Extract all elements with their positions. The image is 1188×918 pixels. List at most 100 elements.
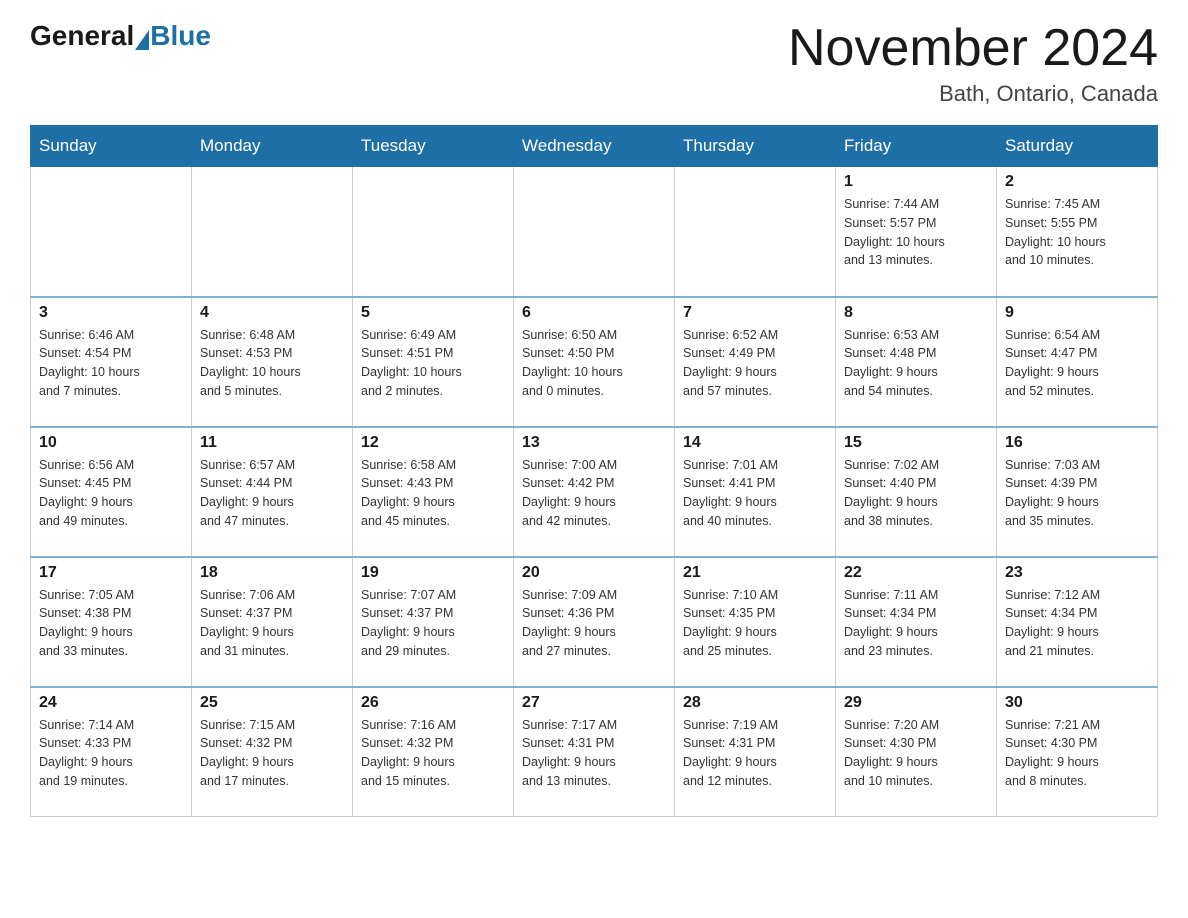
day-number: 25: [200, 694, 344, 712]
calendar-header-row: SundayMondayTuesdayWednesdayThursdayFrid…: [31, 126, 1158, 167]
day-info: Sunrise: 6:48 AM Sunset: 4:53 PM Dayligh…: [200, 326, 344, 401]
calendar-day-cell: 16 Sunrise: 7:03 AM Sunset: 4:39 PM Dayli…: [997, 427, 1158, 557]
calendar-day-cell: 25 Sunrise: 7:15 AM Sunset: 4:32 PM Dayli…: [192, 687, 353, 817]
day-number: 12: [361, 434, 505, 452]
calendar-week-row: 24 Sunrise: 7:14 AM Sunset: 4:33 PM Dayli…: [31, 687, 1158, 817]
title-area: November 2024 Bath, Ontario, Canada: [788, 20, 1158, 107]
day-info: Sunrise: 7:03 AM Sunset: 4:39 PM Dayligh…: [1005, 456, 1149, 531]
day-of-week-header: Wednesday: [514, 126, 675, 167]
calendar-empty-cell: [514, 167, 675, 297]
logo-area: General Blue: [30, 20, 211, 52]
logo-triangle-icon: [135, 30, 149, 50]
day-number: 2: [1005, 173, 1149, 191]
calendar-day-cell: 11 Sunrise: 6:57 AM Sunset: 4:44 PM Dayli…: [192, 427, 353, 557]
calendar-day-cell: 9 Sunrise: 6:54 AM Sunset: 4:47 PM Daylig…: [997, 297, 1158, 427]
day-number: 6: [522, 304, 666, 322]
day-number: 28: [683, 694, 827, 712]
calendar-table: SundayMondayTuesdayWednesdayThursdayFrid…: [30, 125, 1158, 817]
day-number: 8: [844, 304, 988, 322]
calendar-day-cell: 5 Sunrise: 6:49 AM Sunset: 4:51 PM Daylig…: [353, 297, 514, 427]
calendar-day-cell: 23 Sunrise: 7:12 AM Sunset: 4:34 PM Dayli…: [997, 557, 1158, 687]
calendar-week-row: 17Sunrise: 7:05 AM Sunset: 4:38 PM Dayli…: [31, 557, 1158, 687]
day-info: Sunrise: 7:15 AM Sunset: 4:32 PM Dayligh…: [200, 716, 344, 791]
day-info: Sunrise: 7:17 AM Sunset: 4:31 PM Dayligh…: [522, 716, 666, 791]
day-number: 19: [361, 564, 505, 582]
day-info: Sunrise: 7:00 AM Sunset: 4:42 PM Dayligh…: [522, 456, 666, 531]
day-info: Sunrise: 7:19 AM Sunset: 4:31 PM Dayligh…: [683, 716, 827, 791]
day-info: Sunrise: 7:02 AM Sunset: 4:40 PM Dayligh…: [844, 456, 988, 531]
calendar-empty-cell: [675, 167, 836, 297]
day-number: 15: [844, 434, 988, 452]
day-number: 9: [1005, 304, 1149, 322]
day-info: Sunrise: 6:54 AM Sunset: 4:47 PM Dayligh…: [1005, 326, 1149, 401]
day-number: 17: [39, 564, 183, 582]
calendar-day-cell: 13 Sunrise: 7:00 AM Sunset: 4:42 PM Dayli…: [514, 427, 675, 557]
day-of-week-header: Saturday: [997, 126, 1158, 167]
logo: General Blue: [30, 20, 211, 52]
calendar-day-cell: 2Sunrise: 7:45 AM Sunset: 5:55 PM Daylig…: [997, 167, 1158, 297]
day-info: Sunrise: 6:56 AM Sunset: 4:45 PM Dayligh…: [39, 456, 183, 531]
day-of-week-header: Monday: [192, 126, 353, 167]
day-of-week-header: Thursday: [675, 126, 836, 167]
calendar-week-row: 3 Sunrise: 6:46 AM Sunset: 4:54 PM Daylig…: [31, 297, 1158, 427]
day-number: 24: [39, 694, 183, 712]
day-number: 18: [200, 564, 344, 582]
day-number: 23: [1005, 564, 1149, 582]
calendar-day-cell: 6 Sunrise: 6:50 AM Sunset: 4:50 PM Daylig…: [514, 297, 675, 427]
calendar-day-cell: 12 Sunrise: 6:58 AM Sunset: 4:43 PM Dayli…: [353, 427, 514, 557]
day-number: 13: [522, 434, 666, 452]
day-info: Sunrise: 7:07 AM Sunset: 4:37 PM Dayligh…: [361, 586, 505, 661]
location-title: Bath, Ontario, Canada: [788, 81, 1158, 107]
day-info: Sunrise: 7:21 AM Sunset: 4:30 PM Dayligh…: [1005, 716, 1149, 791]
calendar-day-cell: 1Sunrise: 7:44 AM Sunset: 5:57 PM Daylig…: [836, 167, 997, 297]
day-info: Sunrise: 6:46 AM Sunset: 4:54 PM Dayligh…: [39, 326, 183, 401]
month-title: November 2024: [788, 20, 1158, 77]
calendar-day-cell: 22Sunrise: 7:11 AM Sunset: 4:34 PM Dayli…: [836, 557, 997, 687]
calendar-day-cell: 30 Sunrise: 7:21 AM Sunset: 4:30 PM Dayli…: [997, 687, 1158, 817]
calendar-day-cell: 29Sunrise: 7:20 AM Sunset: 4:30 PM Dayli…: [836, 687, 997, 817]
calendar-day-cell: 8 Sunrise: 6:53 AM Sunset: 4:48 PM Daylig…: [836, 297, 997, 427]
day-number: 22: [844, 564, 988, 582]
calendar-day-cell: 14 Sunrise: 7:01 AM Sunset: 4:41 PM Dayli…: [675, 427, 836, 557]
calendar-day-cell: 21Sunrise: 7:10 AM Sunset: 4:35 PM Dayli…: [675, 557, 836, 687]
day-info: Sunrise: 6:58 AM Sunset: 4:43 PM Dayligh…: [361, 456, 505, 531]
day-info: Sunrise: 7:14 AM Sunset: 4:33 PM Dayligh…: [39, 716, 183, 791]
calendar-week-row: 1Sunrise: 7:44 AM Sunset: 5:57 PM Daylig…: [31, 167, 1158, 297]
day-number: 30: [1005, 694, 1149, 712]
day-number: 14: [683, 434, 827, 452]
calendar-day-cell: 4Sunrise: 6:48 AM Sunset: 4:53 PM Daylig…: [192, 297, 353, 427]
day-number: 11: [200, 434, 344, 452]
day-number: 20: [522, 564, 666, 582]
day-info: Sunrise: 7:12 AM Sunset: 4:34 PM Dayligh…: [1005, 586, 1149, 661]
calendar-day-cell: 27 Sunrise: 7:17 AM Sunset: 4:31 PM Dayli…: [514, 687, 675, 817]
day-number: 5: [361, 304, 505, 322]
day-number: 10: [39, 434, 183, 452]
calendar-day-cell: 3 Sunrise: 6:46 AM Sunset: 4:54 PM Daylig…: [31, 297, 192, 427]
day-number: 7: [683, 304, 827, 322]
calendar-day-cell: 10 Sunrise: 6:56 AM Sunset: 4:45 PM Dayli…: [31, 427, 192, 557]
day-info: Sunrise: 6:57 AM Sunset: 4:44 PM Dayligh…: [200, 456, 344, 531]
day-number: 16: [1005, 434, 1149, 452]
logo-general-text: General: [30, 20, 134, 52]
calendar-empty-cell: [353, 167, 514, 297]
day-info: Sunrise: 6:49 AM Sunset: 4:51 PM Dayligh…: [361, 326, 505, 401]
day-info: Sunrise: 6:52 AM Sunset: 4:49 PM Dayligh…: [683, 326, 827, 401]
day-number: 1: [844, 173, 988, 191]
calendar-day-cell: 17Sunrise: 7:05 AM Sunset: 4:38 PM Dayli…: [31, 557, 192, 687]
day-number: 3: [39, 304, 183, 322]
day-of-week-header: Tuesday: [353, 126, 514, 167]
day-info: Sunrise: 6:50 AM Sunset: 4:50 PM Dayligh…: [522, 326, 666, 401]
header: General Blue November 2024 Bath, Ontario…: [30, 20, 1158, 107]
day-info: Sunrise: 6:53 AM Sunset: 4:48 PM Dayligh…: [844, 326, 988, 401]
page: General Blue November 2024 Bath, Ontario…: [0, 0, 1188, 847]
day-info: Sunrise: 7:16 AM Sunset: 4:32 PM Dayligh…: [361, 716, 505, 791]
day-number: 27: [522, 694, 666, 712]
day-info: Sunrise: 7:20 AM Sunset: 4:30 PM Dayligh…: [844, 716, 988, 791]
calendar-day-cell: 28 Sunrise: 7:19 AM Sunset: 4:31 PM Dayli…: [675, 687, 836, 817]
calendar-day-cell: 24 Sunrise: 7:14 AM Sunset: 4:33 PM Dayli…: [31, 687, 192, 817]
day-info: Sunrise: 7:10 AM Sunset: 4:35 PM Dayligh…: [683, 586, 827, 661]
day-info: Sunrise: 7:01 AM Sunset: 4:41 PM Dayligh…: [683, 456, 827, 531]
calendar-week-row: 10 Sunrise: 6:56 AM Sunset: 4:45 PM Dayli…: [31, 427, 1158, 557]
day-of-week-header: Sunday: [31, 126, 192, 167]
logo-blue-text: Blue: [150, 20, 211, 52]
